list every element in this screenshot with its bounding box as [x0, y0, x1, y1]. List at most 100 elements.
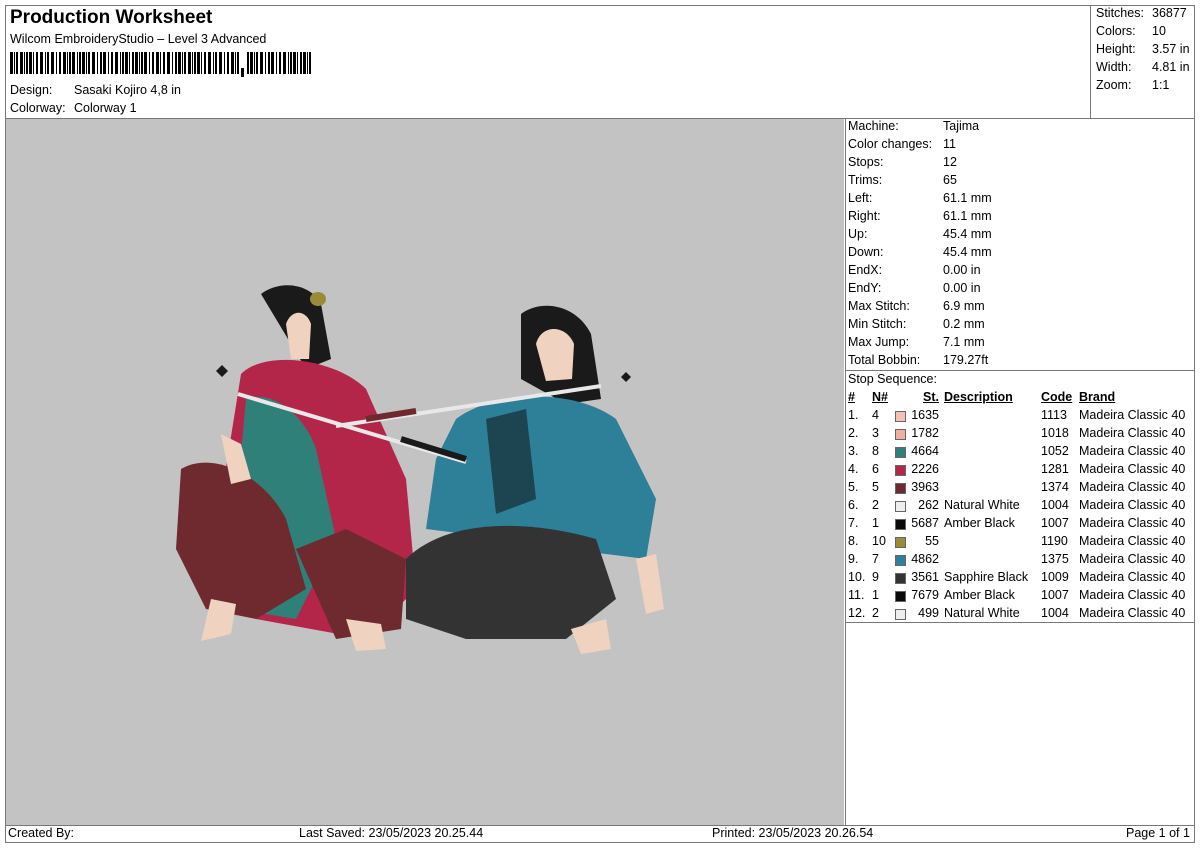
- info-row: Up: 45.4 mm: [848, 227, 1188, 245]
- barcode-bar: [72, 52, 75, 74]
- stat-value: 10: [1152, 24, 1166, 38]
- stats-divider: [1090, 5, 1091, 119]
- barcode-bar: [215, 52, 217, 74]
- stop-needle: 6: [872, 462, 879, 476]
- info-value: 45.4 mm: [943, 245, 992, 259]
- stop-code: 1113: [1041, 408, 1067, 422]
- barcode-bar: [268, 52, 270, 74]
- stop-index: 9.: [848, 552, 859, 566]
- stop-stitches: 4862: [911, 552, 939, 566]
- stop-code: 1375: [1041, 552, 1069, 566]
- stop-color-swatch: [895, 501, 906, 512]
- barcode-bar: [26, 52, 28, 74]
- stop-index: 4.: [848, 462, 859, 476]
- barcode-bar: [141, 52, 143, 74]
- info-label: Max Stitch:: [848, 299, 910, 313]
- barcode-bar: [115, 52, 118, 74]
- info-value: 61.1 mm: [943, 191, 992, 205]
- barcode-bar: [59, 52, 61, 74]
- info-row: Stops: 12: [848, 155, 1188, 173]
- stop-code: 1007: [1041, 516, 1069, 530]
- barcode-bar: [36, 52, 38, 74]
- stop-description: Amber Black: [944, 588, 1015, 602]
- barcode-bar: [297, 52, 298, 74]
- colorway-label: Colorway:: [10, 101, 66, 115]
- stop-code: 1009: [1041, 570, 1069, 584]
- barcode-bar: [47, 52, 49, 74]
- info-label: Trims:: [848, 173, 883, 187]
- stop-code: 1052: [1041, 444, 1069, 458]
- design-value: Sasaki Kojiro 4,8 in: [74, 83, 182, 97]
- barcode-bar: [16, 52, 18, 74]
- barcode-bar: [97, 52, 98, 74]
- stop-row: 10. 9 3561 Sapphire Black 1009 Madeira Classi…: [847, 570, 1195, 588]
- col-header-code: Code: [1041, 390, 1073, 404]
- stop-needle: 2: [872, 498, 879, 512]
- barcode-bar: [276, 52, 277, 74]
- barcode-bar: [120, 52, 121, 74]
- barcode-bar: [100, 52, 102, 74]
- info-value: 179.27ft: [943, 353, 989, 367]
- stop-brand: Madeira Classic 40: [1079, 552, 1186, 566]
- stop-description: Natural White: [944, 498, 1020, 512]
- barcode-bar: [300, 52, 302, 74]
- info-label: Total Bobbin:: [848, 353, 921, 367]
- info-value: 0.00 in: [943, 281, 981, 295]
- barcode-bar: [24, 52, 25, 74]
- barcode-bar: [235, 52, 236, 74]
- embroidery-design-image: [176, 285, 664, 654]
- info-value: 0.2 mm: [943, 317, 985, 331]
- barcode-bar: [167, 52, 170, 74]
- stop-color-swatch: [895, 465, 906, 476]
- stop-brand: Madeira Classic 40: [1079, 516, 1186, 530]
- barcode-bar: [10, 52, 13, 74]
- stop-brand: Madeira Classic 40: [1079, 570, 1186, 584]
- stop-code: 1190: [1041, 534, 1068, 548]
- barcode-bar: [188, 52, 191, 74]
- info-row: Down: 45.4 mm: [848, 245, 1188, 263]
- stop-stitches: 2226: [911, 462, 939, 476]
- stop-row: 4. 6 2226 1281 Madeira Classic 40: [847, 462, 1195, 480]
- stop-brand: Madeira Classic 40: [1079, 462, 1186, 476]
- barcode-bar: [283, 52, 286, 74]
- barcode-bar: [40, 52, 43, 74]
- barcode-bar: [149, 52, 150, 74]
- butterfly-right: [621, 372, 631, 382]
- barcode-bar: [303, 52, 306, 74]
- machine-info: Machine: Tajima Color changes: 11 Stops: 12…: [848, 119, 1188, 371]
- barcode-bar: [184, 52, 186, 74]
- right-samurai-figure: [406, 305, 664, 654]
- barcode-bar: [67, 52, 68, 74]
- barcode-bar: [63, 52, 66, 74]
- info-value: 12: [943, 155, 957, 169]
- barcode-bar: [103, 52, 106, 74]
- info-row: Trims: 65: [848, 173, 1188, 191]
- info-value: 45.4 mm: [943, 227, 992, 241]
- barcode-bar: [213, 52, 214, 74]
- barcode-bar: [197, 52, 200, 74]
- stat-row: Height: 3.57 in: [1096, 42, 1196, 60]
- info-label: EndX:: [848, 263, 883, 277]
- stop-needle: 8: [872, 444, 879, 458]
- stop-row: 11. 1 7679 Amber Black 1007 Madeira Classic 4…: [847, 588, 1195, 606]
- footer-printed: Printed: 23/05/2023 20.26.54: [712, 826, 874, 840]
- stop-row: 1. 4 1635 1113 Madeira Classic 40: [847, 408, 1195, 426]
- stop-index: 3.: [848, 444, 859, 458]
- stop-index: 10.: [848, 570, 866, 584]
- stop-code: 1004: [1041, 498, 1069, 512]
- left-samurai-figure: [176, 285, 416, 651]
- col-header-brand: Brand: [1079, 390, 1116, 404]
- stop-row: 8. 10 55 1190 Madeira Classic 40: [847, 534, 1195, 552]
- barcode-bar: [88, 52, 90, 74]
- barcode-bar: [45, 52, 46, 74]
- stop-color-swatch: [895, 411, 906, 422]
- stop-index: 2.: [848, 426, 859, 440]
- barcode-bar: [111, 52, 113, 74]
- barcode-bar: [69, 52, 71, 74]
- barcode-bar: [144, 52, 147, 74]
- stop-needle: 3: [872, 426, 879, 440]
- stop-color-swatch: [895, 519, 906, 530]
- info-label: Color changes:: [848, 137, 933, 151]
- barcode-bar: [20, 52, 23, 74]
- info-row: EndY: 0.00 in: [848, 281, 1188, 299]
